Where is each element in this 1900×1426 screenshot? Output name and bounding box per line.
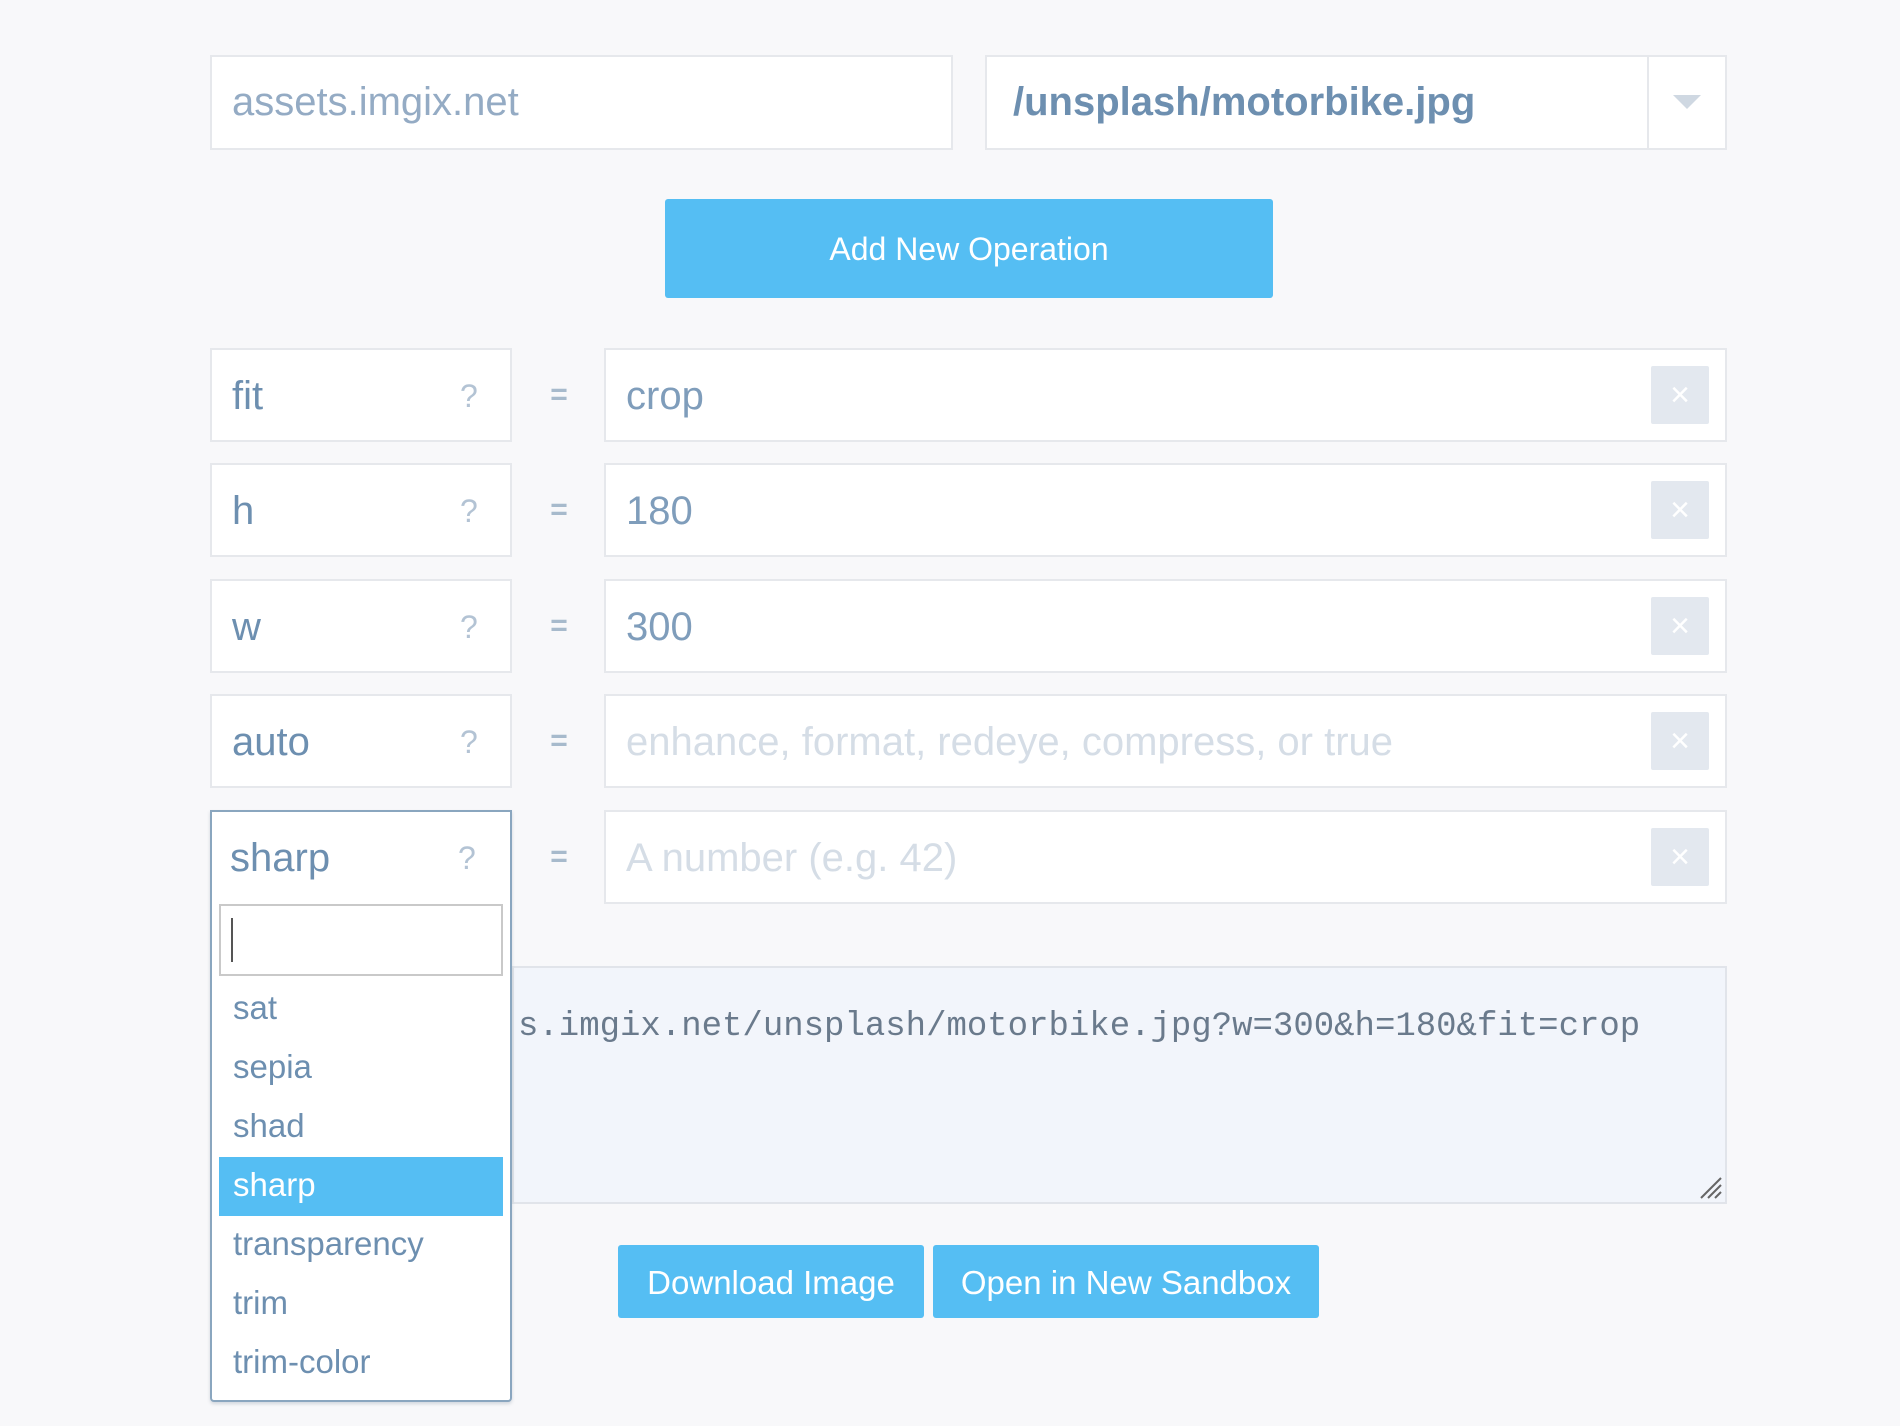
operation-key-h[interactable]: h ?: [210, 463, 512, 557]
download-image-button[interactable]: Download Image: [618, 1245, 924, 1318]
open-sandbox-button[interactable]: Open in New Sandbox: [933, 1245, 1319, 1318]
remove-operation-button[interactable]: ×: [1651, 712, 1709, 770]
equals-sign: =: [550, 378, 568, 411]
path-select[interactable]: /unsplash/motorbike.jpg: [985, 55, 1727, 150]
close-icon: ×: [1670, 838, 1690, 876]
dropdown-option[interactable]: shad: [219, 1098, 503, 1157]
operation-key-label: fit: [232, 374, 264, 418]
operation-value-sharp[interactable]: A number (e.g. 42) ×: [604, 810, 1727, 904]
text-caret: [231, 918, 233, 962]
operation-value-auto[interactable]: enhance, format, redeye, compress, or tr…: [604, 694, 1727, 788]
operation-value-text: 180: [626, 489, 693, 533]
operation-value-placeholder: A number (e.g. 42): [626, 836, 958, 880]
operation-key-label: h: [232, 489, 255, 533]
operation-key-dropdown[interactable]: sharp ? sat sepia shad sharp transparenc…: [210, 810, 512, 1402]
remove-operation-button[interactable]: ×: [1651, 828, 1709, 886]
add-operation-button[interactable]: Add New Operation: [665, 199, 1273, 298]
operation-value-placeholder: enhance, format, redeye, compress, or tr…: [626, 720, 1394, 764]
help-icon[interactable]: ?: [460, 696, 478, 788]
equals-sign: =: [550, 724, 568, 757]
operation-key-label: sharp: [230, 836, 331, 880]
operation-value-w[interactable]: 300 ×: [604, 579, 1727, 673]
close-icon: ×: [1670, 722, 1690, 760]
dropdown-options: sat sepia shad sharp transparency trim t…: [219, 980, 503, 1393]
output-url-textarea[interactable]: s.imgix.net/unsplash/motorbike.jpg?w=300…: [512, 966, 1727, 1204]
dropdown-option[interactable]: trim: [219, 1275, 503, 1334]
operation-key-label: w: [232, 605, 261, 649]
equals-sign: =: [550, 840, 568, 873]
operation-key-w[interactable]: w ?: [210, 579, 512, 673]
help-icon[interactable]: ?: [460, 465, 478, 557]
dropdown-option[interactable]: trim-color: [219, 1334, 503, 1393]
equals-sign: =: [550, 609, 568, 642]
operation-value-fit[interactable]: crop ×: [604, 348, 1727, 442]
resize-handle-icon[interactable]: [1697, 1174, 1723, 1200]
help-icon[interactable]: ?: [458, 812, 476, 904]
operation-value-text: crop: [626, 374, 704, 418]
help-icon[interactable]: ?: [460, 581, 478, 673]
remove-operation-button[interactable]: ×: [1651, 481, 1709, 539]
path-select-toggle[interactable]: [1647, 57, 1725, 148]
dropdown-option[interactable]: transparency: [219, 1216, 503, 1275]
output-url-text: s.imgix.net/unsplash/motorbike.jpg?w=300…: [518, 1008, 1641, 1046]
equals-sign: =: [550, 493, 568, 526]
path-select-value: /unsplash/motorbike.jpg: [1013, 80, 1476, 124]
operation-key-label: auto: [232, 720, 310, 764]
operation-value-text: 300: [626, 605, 693, 649]
close-icon: ×: [1670, 491, 1690, 529]
host-input[interactable]: [210, 55, 953, 150]
dropdown-search-input[interactable]: [219, 904, 503, 976]
operation-value-h[interactable]: 180 ×: [604, 463, 1727, 557]
dropdown-option[interactable]: sepia: [219, 1039, 503, 1098]
operation-key-auto[interactable]: auto ?: [210, 694, 512, 788]
operation-key-fit[interactable]: fit ?: [210, 348, 512, 442]
close-icon: ×: [1670, 607, 1690, 645]
remove-operation-button[interactable]: ×: [1651, 597, 1709, 655]
chevron-down-icon: [1673, 95, 1701, 109]
dropdown-option[interactable]: sat: [219, 980, 503, 1039]
help-icon[interactable]: ?: [460, 350, 478, 442]
close-icon: ×: [1670, 376, 1690, 414]
dropdown-option-selected[interactable]: sharp: [219, 1157, 503, 1216]
remove-operation-button[interactable]: ×: [1651, 366, 1709, 424]
